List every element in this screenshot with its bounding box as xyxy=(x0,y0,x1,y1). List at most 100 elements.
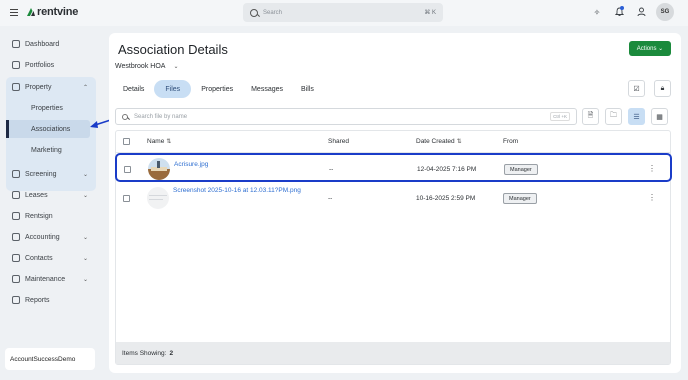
select-all-checkbox[interactable] xyxy=(123,138,130,145)
checklist-button[interactable]: ☑ xyxy=(628,80,645,97)
sort-icon: ⇅ xyxy=(456,139,462,145)
search-shortcut: ⌘ K xyxy=(424,10,436,16)
column-name[interactable]: Name ⇅ xyxy=(147,138,171,145)
tab-properties[interactable]: Properties xyxy=(193,80,241,98)
shared-cell: -- xyxy=(328,195,333,202)
lock-button[interactable]: 🔒︎ xyxy=(654,80,671,97)
sidebar-item-reports[interactable]: Reports xyxy=(6,291,96,309)
list-view-button[interactable]: ☰ xyxy=(628,108,645,125)
file-icon: 🗎︎ xyxy=(587,112,594,119)
building-icon xyxy=(12,83,20,91)
list-icon: ☰ xyxy=(633,113,640,121)
row-checkbox[interactable] xyxy=(123,195,130,202)
notification-dot xyxy=(620,6,624,10)
sidebar-item-maintenance[interactable]: Maintenance ⌄ xyxy=(6,270,96,288)
sidebar-item-label: Rentsign xyxy=(25,212,53,220)
file-search-placeholder: Search file by name xyxy=(134,113,188,120)
column-date-label: Date Created xyxy=(416,138,455,145)
account-switcher[interactable]: AccountSuccessDemo xyxy=(5,348,95,370)
tab-files[interactable]: Files xyxy=(154,80,192,98)
sidebar-item-label: Contacts xyxy=(25,254,53,262)
actions-button[interactable]: Actions ⌄ xyxy=(629,41,671,56)
sidebar-subitem-properties[interactable]: Properties xyxy=(6,99,90,117)
chevron-down-icon: ⌄ xyxy=(82,255,88,262)
more-options-icon[interactable]: ⋮ xyxy=(648,193,656,202)
chevron-up-icon: ⌃ xyxy=(82,84,88,91)
sidebar: Dashboard Portfolios Property ⌃ Properti… xyxy=(0,26,104,380)
search-icon xyxy=(250,8,258,17)
association-name: Westbrook HOA xyxy=(115,63,166,70)
sidebar-item-portfolios[interactable]: Portfolios xyxy=(6,56,96,74)
hamburger-menu-icon[interactable] xyxy=(10,9,18,16)
table-header: Name ⇅ Shared Date Created ⇅ From xyxy=(116,131,670,153)
tab-details[interactable]: Details xyxy=(115,80,152,98)
sidebar-item-contacts[interactable]: Contacts ⌄ xyxy=(6,249,96,267)
files-table: Name ⇅ Shared Date Created ⇅ From Acrisure… xyxy=(115,130,672,365)
table-row[interactable]: Acrisure.jpg -- 12-04-2025 7:16 PM Manag… xyxy=(115,153,672,182)
logo[interactable]: rentvine xyxy=(26,6,78,18)
sort-icon: ⇅ xyxy=(166,139,172,145)
folder-icon: 🗀︎ xyxy=(610,112,617,119)
file-name-link[interactable]: Screenshot 2025-10-16 at 12.03.11?PM.png xyxy=(173,187,301,194)
tab-messages[interactable]: Messages xyxy=(243,80,291,98)
chevron-down-icon: ⌄ xyxy=(173,64,179,70)
column-from: From xyxy=(503,138,519,145)
file-name-link[interactable]: Acrisure.jpg xyxy=(174,161,208,168)
sign-icon xyxy=(12,212,20,220)
folder-icon xyxy=(12,61,20,69)
top-bar: rentvine Search ⌘ K ✧ SG xyxy=(0,0,688,26)
wrench-icon xyxy=(12,275,20,283)
actions-label: Actions xyxy=(636,45,657,52)
date-cell: 10-16-2025 2:59 PM xyxy=(416,195,476,202)
from-badge: Manager xyxy=(503,193,537,204)
contacts-icon xyxy=(12,254,20,262)
from-badge: Manager xyxy=(504,164,538,175)
more-options-icon[interactable]: ⋮ xyxy=(648,164,656,173)
sidebar-item-accounting[interactable]: Accounting ⌄ xyxy=(6,228,96,246)
sidebar-item-property[interactable]: Property ⌃ xyxy=(6,78,96,96)
bell-icon[interactable] xyxy=(610,3,628,21)
chevron-down-icon: ⌄ xyxy=(82,171,88,178)
avatar[interactable]: SG xyxy=(656,3,674,21)
sidebar-item-label: Property xyxy=(25,83,52,91)
sidebar-item-label: Dashboard xyxy=(25,40,60,48)
tab-bills[interactable]: Bills xyxy=(293,80,322,98)
grid-icon: ▦ xyxy=(656,113,663,121)
chevron-down-icon: ⌄ xyxy=(82,234,88,241)
association-select[interactable]: Westbrook HOA ⌄ xyxy=(115,63,178,70)
search-placeholder: Search xyxy=(263,9,283,16)
sparkle-icon[interactable]: ✧ xyxy=(588,3,606,21)
table-row[interactable]: Screenshot 2025-10-16 at 12.03.11?PM.png… xyxy=(116,184,670,213)
sidebar-item-label: Screening xyxy=(25,170,57,178)
lock-icon: 🔒︎ xyxy=(660,84,665,92)
sidebar-subitem-associations[interactable]: Associations xyxy=(6,120,90,138)
row-checkbox[interactable] xyxy=(124,166,131,173)
main-panel: Association Details Actions ⌄ Westbrook … xyxy=(109,33,681,373)
global-search-input[interactable]: Search ⌘ K xyxy=(243,3,443,22)
date-cell: 12-04-2025 7:16 PM xyxy=(417,166,477,173)
search-icon xyxy=(122,113,128,120)
grid-icon xyxy=(12,40,20,48)
table-footer: Items Showing: 2 xyxy=(116,342,670,364)
brand-name: rentvine xyxy=(37,6,79,18)
sidebar-item-leases[interactable]: Leases ⌄ xyxy=(6,186,96,204)
new-folder-button[interactable]: 🗀︎ xyxy=(605,108,622,125)
checklist-icon: ☑ xyxy=(633,85,640,93)
file-search-input[interactable]: Search file by name Ctrl +K xyxy=(115,108,577,125)
chevron-down-icon: ⌄ xyxy=(82,276,88,283)
user-icon[interactable] xyxy=(632,3,650,21)
column-date-created[interactable]: Date Created ⇅ xyxy=(416,138,462,145)
grid-view-button[interactable]: ▦ xyxy=(651,108,668,125)
chevron-down-icon: ⌄ xyxy=(82,192,88,199)
sidebar-item-rentsign[interactable]: Rentsign xyxy=(6,207,96,225)
sidebar-item-screening[interactable]: Screening ⌄ xyxy=(6,165,96,183)
sidebar-item-label: Reports xyxy=(25,296,50,304)
items-showing-label: Items Showing: xyxy=(122,349,167,357)
sidebar-item-dashboard[interactable]: Dashboard xyxy=(6,35,96,53)
sidebar-subitem-marketing[interactable]: Marketing xyxy=(6,141,90,159)
upload-file-button[interactable]: 🗎︎ xyxy=(582,108,599,125)
rentvine-logo-icon xyxy=(27,8,35,16)
column-shared: Shared xyxy=(328,138,349,145)
sidebar-item-label: Leases xyxy=(25,191,48,199)
file-thumbnail-image xyxy=(148,158,170,180)
